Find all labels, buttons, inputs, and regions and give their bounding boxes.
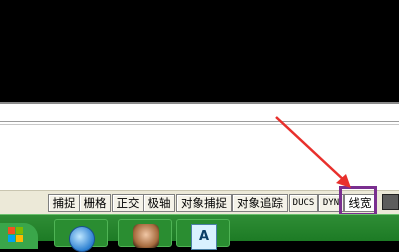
snap-toggle-label: 捕捉: [52, 196, 76, 210]
autocad-icon: A: [191, 224, 217, 250]
command-line-divider: [0, 121, 399, 122]
taskbar-app-photo[interactable]: [118, 219, 172, 248]
status-bar-tray-icon[interactable]: [382, 194, 399, 210]
drawing-canvas[interactable]: [0, 0, 399, 102]
coordinate-display: [2, 194, 44, 211]
snap-toggle-button[interactable]: 捕捉: [48, 194, 80, 212]
start-button[interactable]: [0, 223, 38, 249]
command-line-divider-secondary: [0, 124, 399, 125]
user-photo-icon: [133, 224, 159, 248]
object-tracking-toggle-button[interactable]: 对象追踪: [232, 194, 288, 212]
taskbar-app-autocad[interactable]: A: [176, 219, 230, 250]
taskbar-app-ie[interactable]: [54, 219, 108, 252]
grid-toggle-button[interactable]: 栅格: [79, 194, 111, 212]
polar-toggle-button[interactable]: 极轴: [143, 194, 175, 212]
windows-logo-icon: [8, 227, 23, 242]
ortho-toggle-button[interactable]: 正交: [112, 194, 144, 212]
grid-toggle-label: 栅格: [83, 196, 107, 210]
object-snap-toggle-button[interactable]: 对象捕捉: [176, 194, 232, 212]
ducs-toggle-label: DUCS: [292, 198, 315, 208]
polar-toggle-label: 极轴: [147, 196, 171, 210]
object-tracking-toggle-label: 对象追踪: [237, 196, 283, 210]
autocad-icon-letter: A: [198, 229, 210, 244]
object-snap-toggle-label: 对象捕捉: [181, 196, 227, 210]
ducs-toggle-button[interactable]: DUCS: [289, 194, 318, 212]
dyn-toggle-label: DYN: [322, 198, 340, 208]
ortho-toggle-label: 正交: [116, 196, 140, 210]
windows-taskbar: A: [0, 214, 399, 252]
lineweight-highlight-box: [339, 186, 377, 216]
internet-explorer-icon: [69, 226, 95, 252]
command-line-area[interactable]: [0, 104, 399, 190]
